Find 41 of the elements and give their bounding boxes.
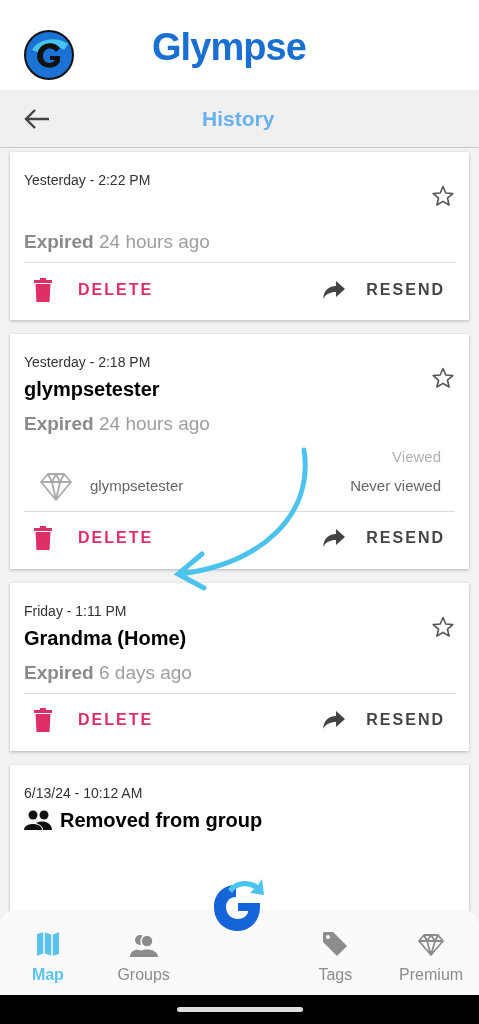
nav-tab[interactable]: Premium [383,933,479,987]
brand-logo: Glympse [152,28,306,66]
timestamp: 6/13/24 - 10:12 AM [24,783,144,803]
people-icon [24,810,52,830]
app-logo-icon [24,30,74,80]
diamond-icon [40,471,72,502]
share-arrow-icon [322,710,347,730]
recipient-name: glympsetester [90,476,185,497]
timestamp: Yesterday - 2:18 PM [24,353,152,372]
expiry-status: Expired 24 hours ago [24,412,211,436]
timestamp: Yesterday - 2:22 PM [24,171,151,190]
trash-icon [34,277,52,302]
screen-title: History [202,105,275,132]
history-title: Removed from group [60,807,263,833]
expiry-status: Expired 24 hours ago [24,230,211,254]
back-arrow-icon[interactable] [24,107,50,130]
star-icon[interactable] [431,614,455,639]
diamond-icon [418,933,445,957]
trash-icon [34,526,52,550]
timestamp: Friday - 1:11 PM [24,601,128,621]
resend-button[interactable]: RESEND [322,526,445,550]
resend-button[interactable]: RESEND [322,277,445,302]
resend-button[interactable]: RESEND [322,708,445,732]
share-arrow-icon [322,528,347,548]
people-icon [129,933,158,957]
trash-icon [34,708,52,732]
expiry-status: Expired 6 days ago [24,660,193,685]
delete-button[interactable]: DELETE [34,526,154,550]
history-title: Grandma (Home) [24,625,187,651]
viewed-header: Viewed [392,447,441,467]
star-icon[interactable] [431,184,455,208]
history-title: glympsetester [24,377,160,402]
nav-tab[interactable]: Groups [95,933,192,987]
delete-button[interactable]: DELETE [34,277,154,302]
viewed-status: Never viewed [350,476,441,497]
map-icon [35,931,60,957]
delete-button[interactable]: DELETE [34,708,154,732]
nav-tab[interactable]: Tags [287,931,384,987]
star-icon[interactable] [431,366,455,390]
share-arrow-icon [322,279,347,300]
tag-icon [322,931,349,957]
